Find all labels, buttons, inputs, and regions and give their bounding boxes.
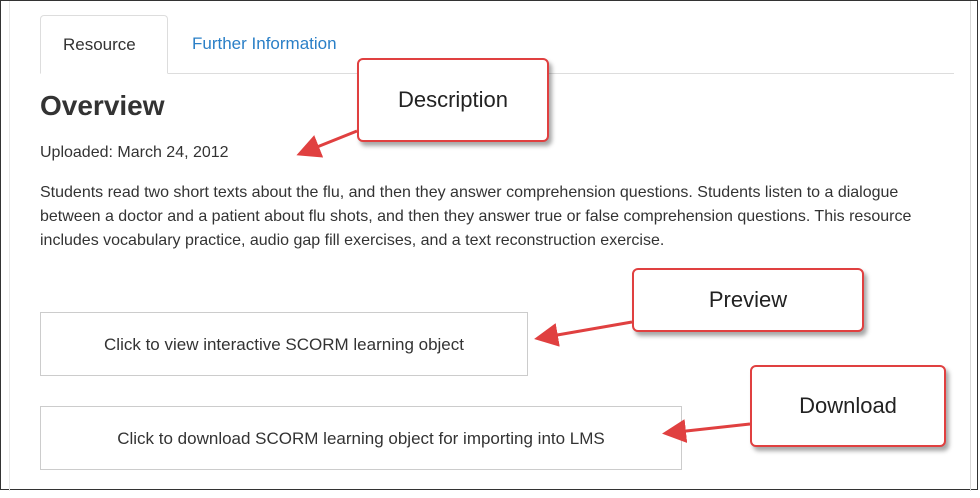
page-title: Overview bbox=[40, 90, 165, 121]
callout-description: Description bbox=[357, 58, 549, 142]
callout-download: Download bbox=[750, 365, 946, 447]
callout-preview: Preview bbox=[632, 268, 864, 332]
resource-description: Students read two short texts about the … bbox=[40, 184, 912, 249]
view-scorm-button[interactable]: Click to view interactive SCORM learning… bbox=[40, 312, 528, 376]
download-scorm-button[interactable]: Click to download SCORM learning object … bbox=[40, 406, 682, 470]
upload-date: Uploaded: March 24, 2012 bbox=[40, 144, 229, 161]
tab-resource[interactable]: Resource bbox=[40, 15, 168, 74]
tab-further-information[interactable]: Further Information bbox=[170, 15, 359, 73]
